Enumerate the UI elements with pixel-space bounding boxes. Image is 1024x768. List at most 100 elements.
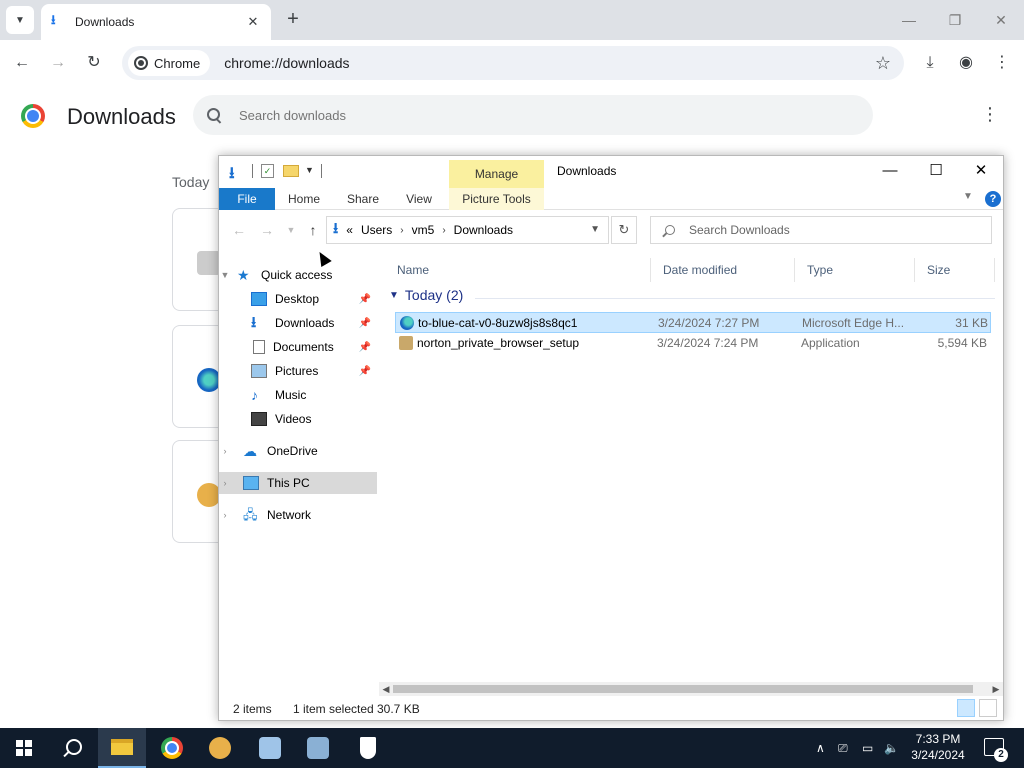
file-row[interactable]: norton_private_browser_setup 3/24/2024 7… [395,333,991,354]
nav-label: Quick access [261,268,333,282]
details-view-icon[interactable] [957,699,975,717]
horizontal-scrollbar[interactable]: ◀ ▶ [379,682,1003,696]
column-size[interactable]: Size [915,258,995,282]
taskbar-search-button[interactable] [48,728,96,768]
start-button[interactable] [0,728,48,768]
chevron-right-icon[interactable]: › [219,510,231,520]
taskbar-app[interactable] [294,728,342,768]
system-clock[interactable]: 7:33 PM 3/24/2024 [906,731,970,763]
tab-search-button[interactable]: ▼ [6,6,34,34]
downloads-toolbar-button[interactable]: ⤓ [918,51,942,75]
pin-icon[interactable]: 📌 [359,342,371,353]
recent-locations-button[interactable]: ▼ [281,225,301,235]
tab-title: Downloads [75,15,135,29]
nav-onedrive[interactable]: › ☁ OneDrive [219,440,377,462]
nav-this-pc[interactable]: › This PC [219,472,377,494]
properties-icon[interactable]: ✓ [261,164,274,178]
chevron-right-icon[interactable]: › [442,225,445,236]
ribbon-tab-view[interactable]: View [395,188,443,210]
nav-pictures[interactable]: Pictures 📌 [219,360,377,382]
chevron-right-icon[interactable]: › [400,225,403,236]
site-info-chip[interactable]: Chrome [128,50,211,76]
volume-muted-icon[interactable]: 🔈 [884,728,899,768]
address-box[interactable]: ⭳ « Users › vm5 › Downloads ▼ [326,216,609,244]
nav-videos[interactable]: Videos [219,408,377,430]
nav-network[interactable]: › 🖧 Network [219,504,377,526]
chevron-right-icon[interactable]: › [219,446,231,456]
chevron-right-icon[interactable]: › [219,478,231,488]
group-header-today[interactable]: ▼ Today (2) [389,287,463,303]
up-button[interactable]: ↑ [303,222,323,238]
explorer-minimize-button[interactable]: — [867,156,913,186]
new-tab-button[interactable]: + [282,8,304,30]
cloud-icon: ☁ [243,443,257,459]
pin-icon[interactable]: 📌 [359,318,371,329]
scroll-thumb[interactable] [393,685,973,693]
crumb-vm5[interactable]: vm5 [412,223,435,237]
page-more-menu[interactable]: ⋮ [980,104,1000,125]
chevron-down-icon[interactable]: ▼ [590,224,600,235]
help-icon[interactable]: ? [985,191,1001,207]
address-overflow[interactable]: « [346,223,353,237]
bookmark-star-icon[interactable]: ☆ [868,53,898,74]
explorer-search-box[interactable]: Search Downloads [650,216,992,244]
downloads-search-input[interactable] [239,107,839,123]
column-date-modified[interactable]: Date modified [651,258,795,282]
ethernet-icon[interactable]: ▭ [862,728,873,768]
restore-button[interactable]: ❐ [932,8,978,32]
profile-avatar[interactable]: ◉ [954,51,978,75]
explorer-forward-button[interactable]: → [257,222,277,238]
refresh-button[interactable]: ↻ [611,216,637,244]
url-text[interactable]: chrome://downloads [224,55,868,71]
new-folder-icon[interactable] [283,165,299,177]
explorer-maximize-button[interactable]: ☐ [913,156,959,186]
tab-close-button[interactable]: ✕ [245,14,261,30]
minimize-button[interactable]: — [886,8,932,32]
ribbon-tab-picture-tools[interactable]: Picture Tools [449,188,544,210]
crumb-downloads[interactable]: Downloads [454,223,513,237]
tab-downloads[interactable]: ⭳ Downloads ✕ [41,4,271,40]
nav-quick-access[interactable]: ▼ ★ Quick access [219,264,377,286]
explorer-back-button[interactable]: ← [229,222,249,238]
forward-button[interactable]: → [46,51,70,75]
ribbon-tab-home[interactable]: Home [279,188,329,210]
expand-ribbon-icon[interactable]: ▼ [963,191,973,202]
nav-label: Desktop [275,292,320,306]
nav-documents[interactable]: Documents 📌 [219,336,377,358]
downloads-search[interactable] [193,95,873,135]
crumb-users[interactable]: Users [361,223,392,237]
ribbon-tab-share[interactable]: Share [337,188,389,210]
back-button[interactable]: ← [10,51,34,75]
chevron-down-icon[interactable]: ▼ [389,290,399,301]
taskbar-chrome[interactable] [148,728,196,768]
large-icons-view-icon[interactable] [979,699,997,717]
explorer-close-button[interactable]: ✕ [958,156,1004,186]
column-name[interactable]: Name [385,258,651,282]
close-window-button[interactable]: ✕ [978,8,1024,32]
taskbar-file-explorer[interactable] [98,728,146,768]
chevron-down-icon[interactable]: ▼ [219,270,231,280]
ribbon-tab-file[interactable]: File [219,188,275,210]
taskbar-chrome-installer[interactable] [196,728,244,768]
omnibox[interactable]: Chrome chrome://downloads ☆ [122,46,904,80]
pin-icon[interactable]: 📌 [359,294,371,305]
show-hidden-icons[interactable]: ∧ [816,728,825,768]
pin-icon[interactable]: 📌 [359,366,371,377]
nav-desktop[interactable]: Desktop 📌 [219,288,377,310]
manage-contextual-tab[interactable]: Manage [449,160,544,188]
taskbar-paint[interactable] [246,728,294,768]
reload-button[interactable]: ↻ [82,51,106,75]
nav-downloads[interactable]: ⭳ Downloads 📌 [219,312,377,334]
download-arrow-icon: ⭳ [333,219,339,237]
taskbar-security[interactable] [344,728,392,768]
network-status-icon[interactable]: ⎚ [838,728,848,768]
paint-icon [259,737,281,759]
qat-dropdown[interactable]: ▼ [305,165,314,175]
nav-music[interactable]: ♪ Music [219,384,377,406]
scroll-right-icon[interactable]: ▶ [989,682,1003,696]
chrome-menu-button[interactable]: ⋮ [990,51,1014,75]
scroll-left-icon[interactable]: ◀ [379,682,393,696]
file-row[interactable]: to-blue-cat-v0-8uzw8js8s8qc1 3/24/2024 7… [395,312,991,333]
explorer-title-bar: ⭳ ✓ ▼ Manage Downloads — ☐ ✕ [219,156,1003,188]
column-type[interactable]: Type [795,258,915,282]
